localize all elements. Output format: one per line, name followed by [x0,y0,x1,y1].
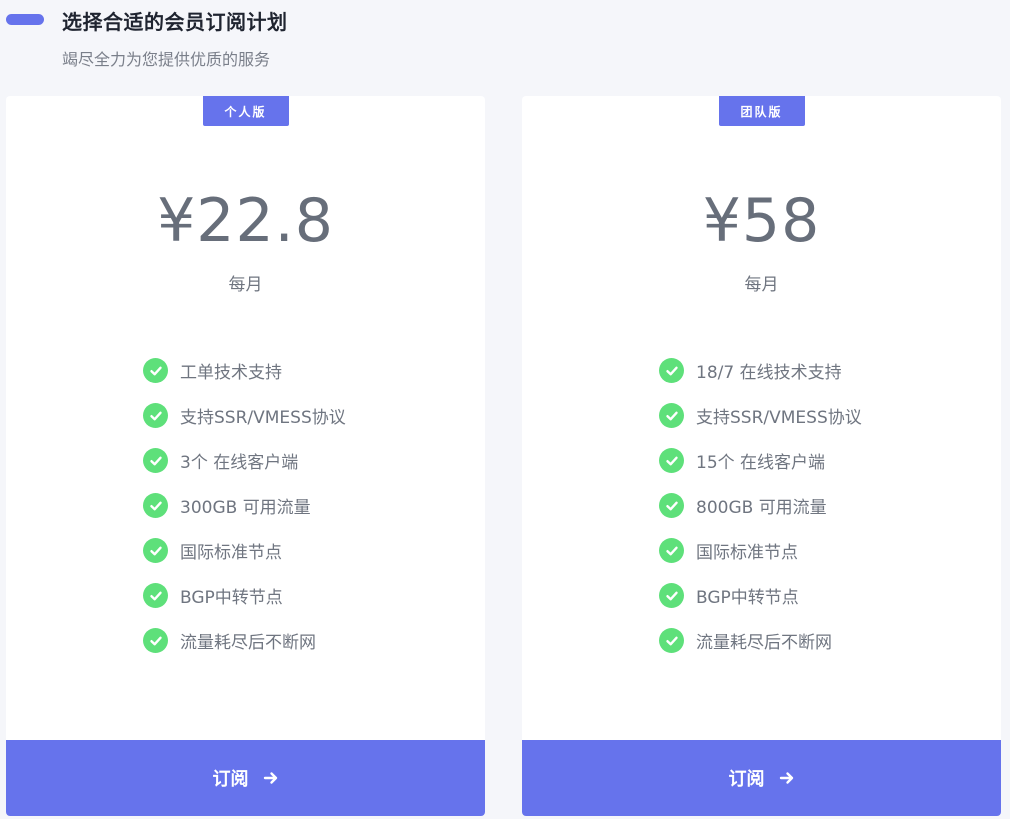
feature-text: 3个 在线客户端 [180,453,299,473]
feature-item: BGP中转节点 [659,573,862,618]
check-circle-icon [659,538,684,563]
check-circle-icon [143,538,168,563]
feature-text: 支持SSR/VMESS协议 [696,408,862,428]
feature-item: 国际标准节点 [659,528,862,573]
feature-text: 流量耗尽后不断网 [180,633,316,653]
feature-item: 支持SSR/VMESS协议 [143,393,346,438]
feature-item: 15个 在线客户端 [659,438,862,483]
feature-text: BGP中转节点 [696,588,799,608]
feature-text: 国际标准节点 [696,543,798,563]
feature-list: 工单技术支持 支持SSR/VMESS协议 3个 在线客户端 300GB 可用流量… [143,348,346,663]
feature-item: 支持SSR/VMESS协议 [659,393,862,438]
plan-card-personal: 个人版 ¥22.8 每月 工单技术支持 支持SSR/VMESS协议 3个 在线客… [6,96,485,816]
check-circle-icon [659,448,684,473]
check-circle-icon [659,358,684,383]
feature-item: 300GB 可用流量 [143,483,346,528]
page-header: 选择合适的会员订阅计划 竭尽全力为您提供优质的服务 [0,0,1010,90]
check-circle-icon [143,403,168,428]
check-circle-icon [143,583,168,608]
feature-text: BGP中转节点 [180,588,283,608]
feature-item: 流量耗尽后不断网 [659,618,862,663]
plan-badge: 团队版 [718,96,805,126]
plan-card-team: 团队版 ¥58 每月 18/7 在线技术支持 支持SSR/VMESS协议 15个… [522,96,1001,816]
arrow-right-icon [779,770,795,786]
check-circle-icon [659,628,684,653]
check-circle-icon [659,583,684,608]
check-circle-icon [659,403,684,428]
check-circle-icon [659,493,684,518]
feature-text: 支持SSR/VMESS协议 [180,408,346,428]
plan-badge: 个人版 [202,96,289,126]
check-circle-icon [143,448,168,473]
check-circle-icon [143,493,168,518]
arrow-right-icon [263,770,279,786]
feature-list: 18/7 在线技术支持 支持SSR/VMESS协议 15个 在线客户端 800G… [659,348,862,663]
check-circle-icon [143,628,168,653]
title-accent-bar [6,14,44,25]
feature-item: BGP中转节点 [143,573,346,618]
subscribe-button-label: 订阅 [212,769,249,790]
subscribe-button-personal[interactable]: 订阅 [6,740,485,816]
feature-text: 15个 在线客户端 [696,453,826,473]
feature-text: 流量耗尽后不断网 [696,633,832,653]
plan-price: ¥22.8 [157,186,334,256]
plan-period: 每月 [744,275,779,295]
feature-item: 18/7 在线技术支持 [659,348,862,393]
feature-item: 工单技术支持 [143,348,346,393]
feature-item: 3个 在线客户端 [143,438,346,483]
plan-price: ¥58 [702,186,821,256]
feature-text: 300GB 可用流量 [180,498,311,518]
page-subtitle: 竭尽全力为您提供优质的服务 [62,50,271,69]
feature-text: 800GB 可用流量 [696,498,827,518]
feature-item: 800GB 可用流量 [659,483,862,528]
check-circle-icon [143,358,168,383]
subscribe-button-team[interactable]: 订阅 [522,740,1001,816]
page-title: 选择合适的会员订阅计划 [62,10,288,34]
subscribe-button-label: 订阅 [728,769,765,790]
feature-text: 工单技术支持 [180,363,282,383]
plan-period: 每月 [228,275,263,295]
feature-item: 流量耗尽后不断网 [143,618,346,663]
feature-text: 国际标准节点 [180,543,282,563]
feature-text: 18/7 在线技术支持 [696,363,842,383]
feature-item: 国际标准节点 [143,528,346,573]
